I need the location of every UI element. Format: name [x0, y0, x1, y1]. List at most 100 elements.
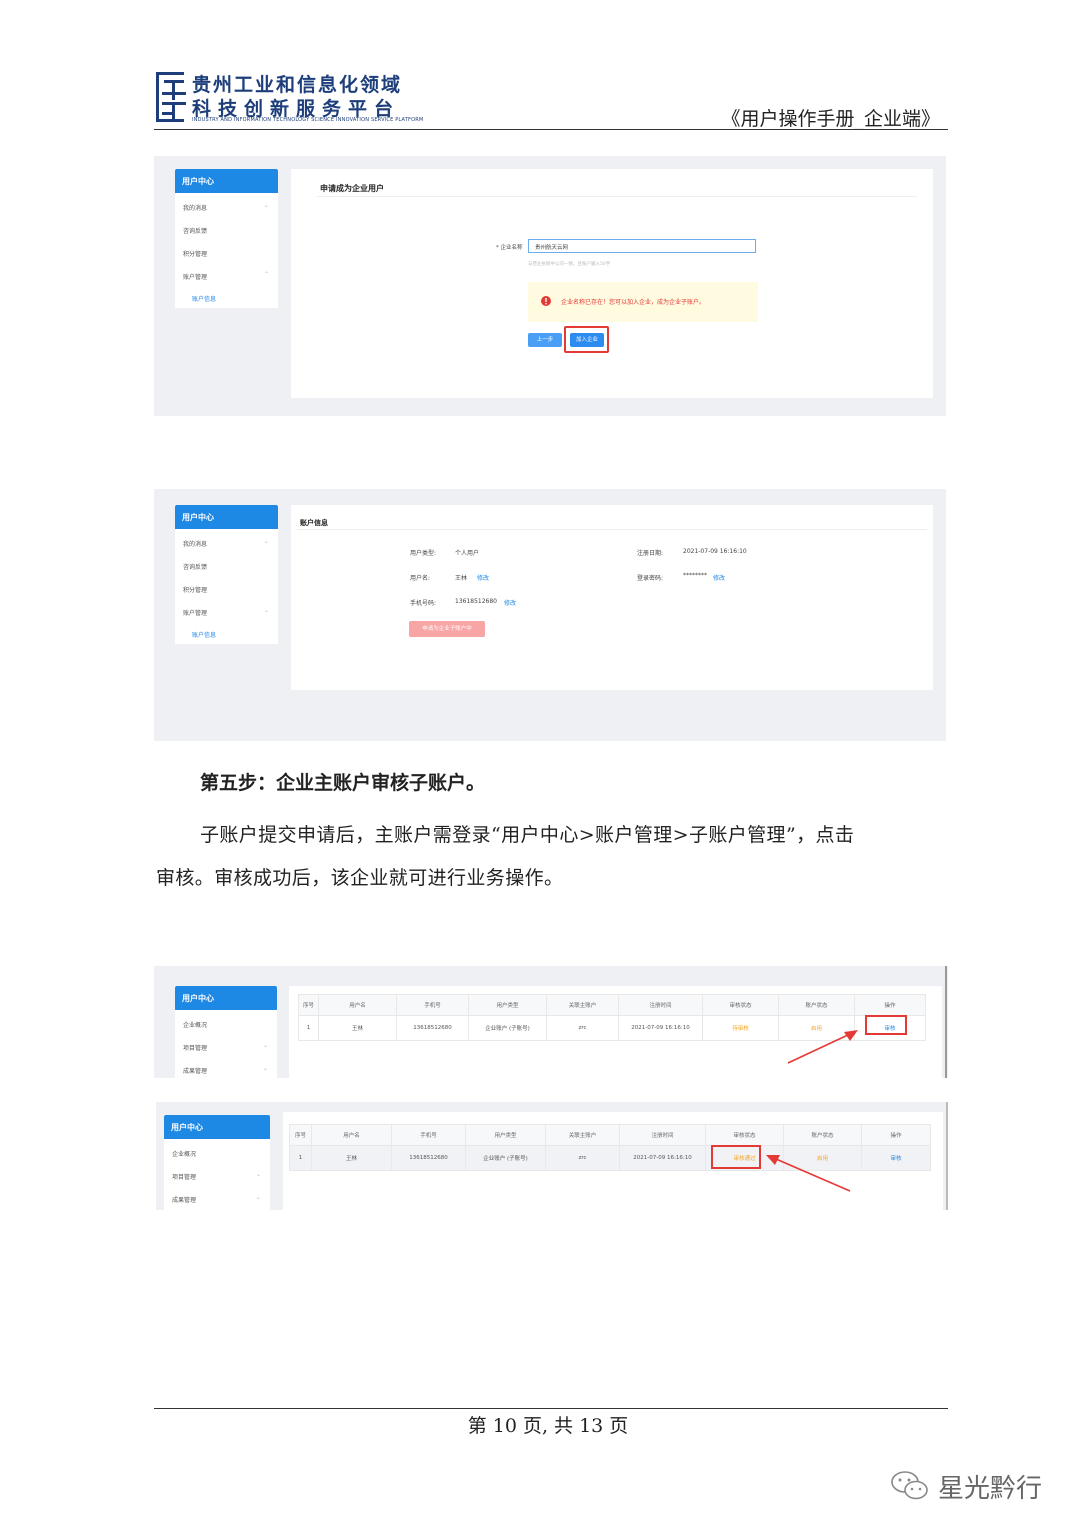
cell-phone: 13618512680 [391, 1145, 466, 1171]
input-value: 贵州航天云网 [535, 245, 569, 251]
arrow-icon [766, 1155, 851, 1192]
right-edge-border [945, 966, 947, 1078]
sidebar-item-feedback[interactable]: 咨询反馈 [183, 226, 207, 235]
sidebar-item-account-info[interactable]: 账户信息 [192, 294, 216, 303]
sidebar-header: 用户中心 [164, 1115, 270, 1139]
column-header: 操作 [861, 1124, 931, 1146]
highlight-box [865, 1015, 907, 1035]
cell-user-type: 企业账户 (子账号) [468, 1015, 547, 1041]
cell-phone: 13618512680 [396, 1015, 469, 1041]
column-header: 用户名 [318, 994, 397, 1016]
step-paragraph-line1: 子账户提交申请后，主账户需登录“用户中心>账户管理>子账户管理”，点击 [200, 824, 855, 846]
sidebar-item-account[interactable]: 账户管理 [183, 272, 207, 281]
column-header: 注册时间 [618, 994, 703, 1016]
enterprise-name-input[interactable]: 贵州航天云网 [528, 239, 756, 253]
chevron-down-icon: ⌄ [263, 202, 269, 209]
cell-username: 王林 [311, 1145, 392, 1171]
sidebar-header: 用户中心 [175, 505, 278, 529]
cell-register-time: 2021-07-09 16:16:10 [618, 1015, 703, 1041]
review-action-link[interactable]: 审核 [861, 1145, 931, 1171]
title-divider [297, 529, 927, 530]
platform-logo-icon [156, 72, 186, 122]
edit-phone-link[interactable]: 修改 [504, 598, 516, 607]
sidebar: 用户中心 企业概况 项目管理 ⌄ 成果管理 ⌄ [164, 1115, 270, 1210]
panel-title: 申请成为企业用户 [320, 184, 384, 193]
sidebar-item-overview[interactable]: 企业概况 [172, 1149, 196, 1158]
cell-index: 1 [289, 1145, 312, 1171]
sidebar: 用户中心 我的消息 ⌄ 咨询反馈 积分管理 账户管理 ⌃ 账户信息 [175, 169, 278, 308]
table-header-row: 序号 用户名 手机号 用户类型 关联主账户 注册时间 审核状态 账户状态 操作 [289, 1124, 931, 1146]
sidebar-item-results[interactable]: 成果管理 [172, 1195, 196, 1204]
column-header: 注册时间 [619, 1124, 706, 1146]
column-header: 序号 [298, 994, 319, 1016]
logo-title-line1: 贵州工业和信息化领域 [192, 74, 403, 96]
sidebar-item-points[interactable]: 积分管理 [183, 249, 207, 258]
main-panel: 申请成为企业用户 * 企业名称 贵州航天云网 与营业执照中公司一致，且账户输入5… [291, 169, 933, 398]
column-header: 用户名 [311, 1124, 392, 1146]
error-icon [541, 296, 551, 306]
password-label: 登录密码: [637, 575, 664, 582]
column-header: 用户类型 [468, 994, 547, 1016]
sidebar-item-results[interactable]: 成果管理 [183, 1066, 207, 1075]
edit-username-link[interactable]: 修改 [477, 573, 489, 582]
chevron-down-icon: ⌄ [263, 607, 269, 614]
password-value: ******** [683, 572, 707, 579]
sidebar: 用户中心 企业概况 项目管理 ⌄ 成果管理 ⌄ [175, 986, 277, 1078]
document-title: 《用户操作手册_企业端》 [721, 108, 940, 130]
table-header-row: 序号 用户名 手机号 用户类型 关联主账户 注册时间 审核状态 账户状态 操作 [298, 994, 926, 1016]
sidebar-item-account-info[interactable]: 账户信息 [192, 630, 216, 639]
alert-box: 企业名称已存在！您可以加入企业，成为企业子账户。 [528, 282, 758, 322]
sidebar-item-projects[interactable]: 项目管理 [183, 1043, 207, 1052]
column-header: 操作 [854, 994, 926, 1016]
field-hint: 与营业执照中公司一致，且账户输入50字 [528, 262, 611, 267]
sidebar-item-feedback[interactable]: 咨询反馈 [183, 562, 207, 571]
prev-step-button[interactable]: 上一步 [528, 333, 562, 347]
sidebar-item-points[interactable]: 积分管理 [183, 585, 207, 594]
column-header: 账户状态 [778, 994, 855, 1016]
sidebar-item-projects[interactable]: 项目管理 [172, 1172, 196, 1181]
chevron-up-icon: ⌃ [263, 271, 269, 278]
column-header: 序号 [289, 1124, 312, 1146]
sidebar-header: 用户中心 [175, 169, 278, 193]
cell-main-account: zrc [546, 1015, 619, 1041]
sidebar-item-overview[interactable]: 企业概况 [183, 1020, 207, 1029]
cell-register-time: 2021-07-09 16:16:10 [619, 1145, 706, 1171]
highlight-box [564, 326, 609, 353]
step-heading: 第五步：企业主账户审核子账户。 [200, 772, 486, 794]
screenshot-account-info: 用户中心 我的消息 ⌄ 咨询反馈 积分管理 账户管理 ⌄ 账户信息 账户信息 用… [154, 489, 946, 741]
panel-title: 账户信息 [300, 519, 328, 527]
column-header: 用户类型 [465, 1124, 546, 1146]
user-type-value: 个人用户 [455, 550, 480, 557]
highlight-box [711, 1145, 761, 1169]
alert-message: 企业名称已存在！您可以加入企业，成为企业子账户。 [561, 299, 706, 306]
chevron-down-icon: ⌄ [255, 1171, 261, 1178]
page-number: 第 10 页, 共 13 页 [467, 1415, 629, 1437]
cell-review-status: 待审核 [702, 1015, 779, 1041]
chevron-down-icon: ⌄ [262, 1065, 268, 1072]
watermark-text: 星光黔行 [938, 1474, 1043, 1504]
cell-index: 1 [298, 1015, 319, 1041]
sidebar-item-messages[interactable]: 我的消息 [183, 203, 207, 212]
edit-password-link[interactable]: 修改 [713, 573, 725, 582]
logo-subtitle: INDUSTRY AND INFORMATION TECHNOLOGY SCIE… [192, 117, 424, 123]
reg-date-label: 注册日期: [637, 550, 664, 557]
sidebar: 用户中心 我的消息 ⌄ 咨询反馈 积分管理 账户管理 ⌄ 账户信息 [175, 505, 278, 644]
header-divider [154, 129, 948, 130]
username-label: 用户名: [410, 575, 431, 582]
column-header: 关联主账户 [546, 994, 619, 1016]
cell-user-type: 企业账户 (子账号) [465, 1145, 546, 1171]
main-panel: 账户信息 用户类型: 个人用户 注册日期: 2021-07-09 16:16:1… [291, 505, 933, 690]
reg-date-value: 2021-07-09 16:16:10 [683, 548, 747, 555]
footer-divider [154, 1408, 948, 1409]
field-label: * 企业名称 [496, 245, 523, 251]
chevron-down-icon: ⌄ [255, 1194, 261, 1201]
sidebar-item-account[interactable]: 账户管理 [183, 608, 207, 617]
column-header: 关联主账户 [545, 1124, 620, 1146]
apply-subaccount-button[interactable]: 申请为企业子账户中 [409, 621, 485, 637]
sidebar-item-messages[interactable]: 我的消息 [183, 539, 207, 548]
cell-main-account: zrc [545, 1145, 620, 1171]
column-header: 审核状态 [702, 994, 779, 1016]
chevron-down-icon: ⌄ [262, 1042, 268, 1049]
arrow-icon [787, 1030, 858, 1064]
phone-label: 手机号码: [410, 600, 437, 607]
